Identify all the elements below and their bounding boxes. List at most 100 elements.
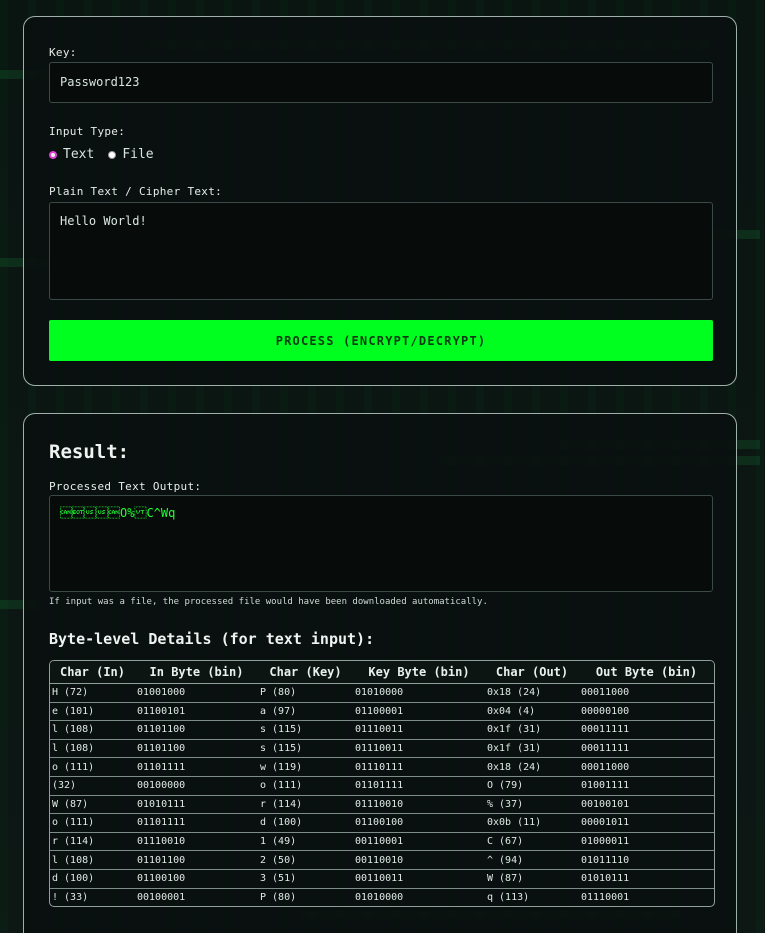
table-row: H (72) 01001000 P (80) 01010000 0x18 (24) 000… [50, 684, 714, 703]
cell: 01101100 [135, 738, 258, 758]
radio-text-label[interactable]: Text [63, 147, 94, 162]
cell: 01010000 [353, 887, 485, 907]
cell: H (72) [52, 687, 89, 699]
cell: d (100) [50, 868, 135, 889]
table-row: l (108) 01101100 s (115) 01110011 0x1f (31) 0… [50, 720, 714, 740]
result-panel: Result: Processed Text Output:  O% C^… [23, 413, 737, 933]
radio-text[interactable] [49, 150, 57, 159]
text-label: Plain Text / Cipher Text: [49, 185, 223, 198]
cell: 0x1f (31) [485, 720, 579, 740]
cell: r (114) [258, 794, 353, 814]
table-row: ! (33) 00100001 P (80) 01010000 q (113) 01110… [50, 887, 714, 907]
cell: 0x1f (31) [485, 738, 579, 758]
col-char-key: Char (Key) [258, 661, 353, 684]
input-type-label: Input Type: [49, 125, 126, 138]
cell: 01100001 [353, 701, 485, 721]
cell: W (87) [485, 868, 579, 889]
col-key-byte: Key Byte (bin) [353, 661, 485, 684]
result-title: Result: [49, 441, 130, 463]
table-header-row: Char (In) In Byte (bin) Char (Key) Key B… [50, 661, 714, 684]
process-button[interactable]: PROCESS (ENCRYPT/DECRYPT) [49, 320, 713, 361]
cell: 00011000 [579, 757, 714, 777]
cell: w (119) [258, 757, 353, 777]
plain-text-area[interactable]: Hello World! [49, 202, 713, 300]
table-row: (32) 00100000 o (111) 01101111 O (79) 0100111… [50, 775, 714, 796]
cell: 01001111 [579, 775, 714, 796]
file-hint: If input was a file, the processed file … [49, 597, 488, 607]
cell: 00011111 [579, 720, 714, 740]
cell: l (108) [50, 720, 135, 740]
cell: 2 (50) [258, 850, 353, 870]
cell: 01110011 [353, 738, 485, 758]
cell: 01010000 [355, 687, 404, 699]
cell: P (80) [258, 887, 353, 907]
cell: 00011000 [581, 687, 630, 699]
table-row: l (108) 01101100 s (115) 01110011 0x1f (31) 0… [50, 738, 714, 758]
table-row: o (111) 01101111 w (119) 01110111 0x18 (24) 0… [50, 757, 714, 777]
cell: 01110111 [353, 757, 485, 777]
cell: 0x04 (4) [485, 701, 579, 721]
cell: 01001000 [137, 687, 186, 699]
output-label: Processed Text Output: [49, 480, 202, 493]
cell: ! (33) [50, 887, 135, 907]
table-body: H (72) 01001000 P (80) 01010000 0x18 (24) 000… [50, 684, 714, 907]
cell: 01100100 [135, 868, 258, 889]
cell: 0x18 (24) [487, 687, 542, 699]
cell: 0x0b (11) [485, 813, 579, 833]
cell: l (108) [50, 850, 135, 870]
cell: s (115) [258, 720, 353, 740]
cell: 3 (51) [258, 868, 353, 889]
cell: o (111) [50, 813, 135, 833]
cell: ^ (94) [485, 850, 579, 870]
cell: o (111) [50, 757, 135, 777]
byte-details-table: Char (In) In Byte (bin) Char (Key) Key B… [49, 660, 715, 908]
cell: 00011111 [579, 738, 714, 758]
input-type-radio-group: Text File [49, 147, 168, 162]
cell: 00100000 [135, 775, 258, 796]
table-row: o (111) 01101111 d (100) 01100100 0x0b (11) 0… [50, 813, 714, 833]
radio-file-label[interactable]: File [122, 147, 153, 162]
output-text-area[interactable]:  O% C^Wq [49, 495, 713, 592]
cell: 00000100 [579, 701, 714, 721]
input-panel: Key: Password123 Input Type: Text File P… [23, 16, 737, 386]
cell: r (114) [50, 831, 135, 851]
table-row: e (101) 01100101 a (97) 01100001 0x04 (4) 000… [50, 701, 714, 721]
cell: P (80) [260, 687, 297, 699]
key-label: Key: [49, 46, 77, 59]
key-input[interactable]: Password123 [49, 62, 713, 103]
cell: 01010111 [579, 868, 714, 889]
cell: 00100001 [135, 887, 258, 907]
cell: 01101100 [135, 720, 258, 740]
cell: 01101111 [135, 757, 258, 777]
col-out-byte: Out Byte (bin) [579, 661, 714, 684]
cell: 01110001 [579, 887, 714, 907]
cell: 01100100 [353, 813, 485, 833]
cell: 00110010 [353, 850, 485, 870]
table-row: d (100) 01100100 3 (51) 00110011 W (87) 01010… [50, 868, 714, 889]
cell: 00110011 [353, 868, 485, 889]
cell: 00110001 [353, 831, 485, 851]
cell: 01101111 [135, 813, 258, 833]
radio-file[interactable] [108, 150, 117, 159]
cell: 01110010 [135, 831, 258, 851]
cell: e (101) [50, 701, 135, 721]
col-char-out: Char (Out) [485, 661, 579, 684]
cell: W (87) [50, 794, 135, 814]
cell: 01000011 [579, 831, 714, 851]
cell: 1 (49) [258, 831, 353, 851]
table-row: r (114) 01110010 1 (49) 00110001 C (67) 01000… [50, 831, 714, 851]
cell: (32) [50, 775, 135, 796]
cell: 0x18 (24) [485, 757, 579, 777]
cell: 01011110 [579, 850, 714, 870]
cell: 01010111 [135, 794, 258, 814]
cell: 00001011 [579, 813, 714, 833]
cell: 01100101 [135, 701, 258, 721]
cell: d (100) [258, 813, 353, 833]
cell: 00100101 [579, 794, 714, 814]
cell: a (97) [258, 701, 353, 721]
cell: q (113) [485, 887, 579, 907]
cell: 01110011 [353, 720, 485, 740]
cell: l (108) [50, 738, 135, 758]
cell: o (111) [258, 775, 353, 796]
cell: 01101100 [135, 850, 258, 870]
